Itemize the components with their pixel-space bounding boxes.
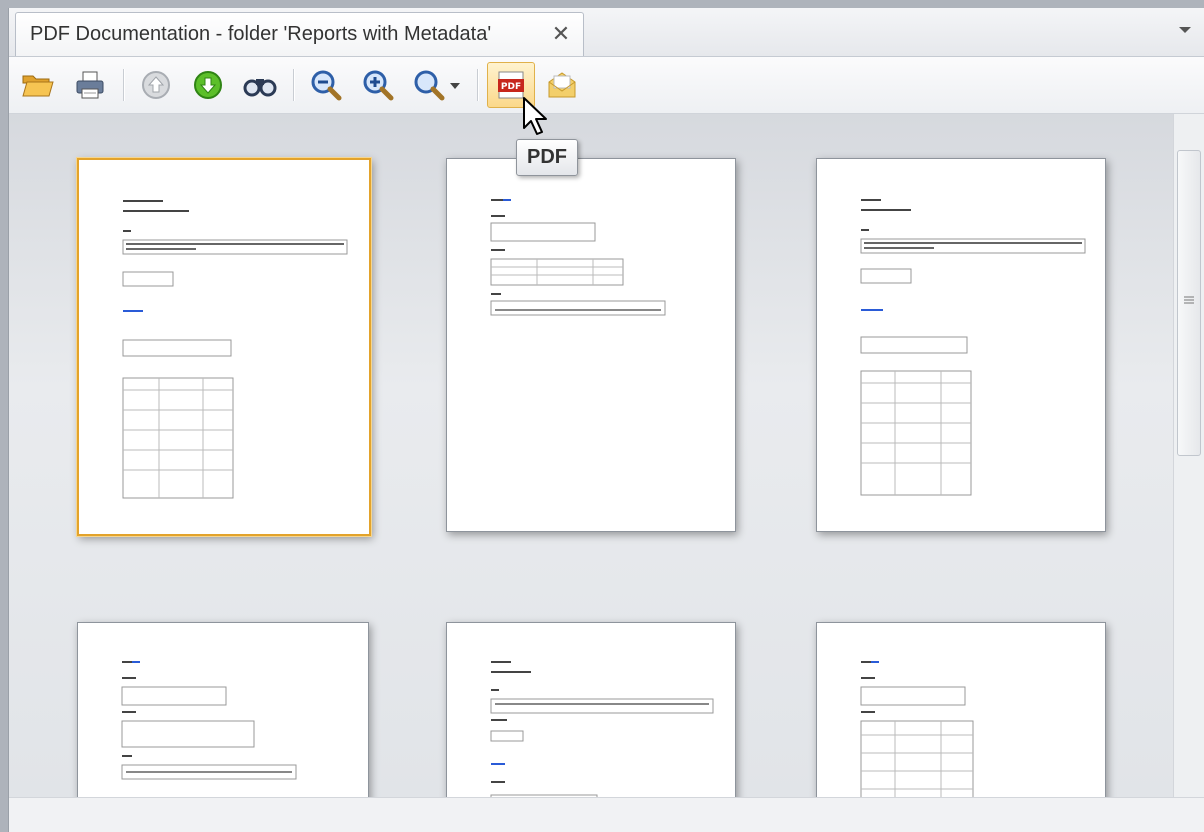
page-content-preview: [860, 199, 1086, 496]
next-page-icon: [194, 71, 222, 99]
zoom-out-icon: [311, 70, 342, 101]
previous-page-button[interactable]: [137, 66, 175, 104]
zoom-dropdown-icon: [414, 70, 460, 101]
vertical-scroll-thumb[interactable]: [1177, 150, 1201, 456]
page-content-preview: [121, 661, 297, 780]
page-thumbnail[interactable]: [77, 622, 369, 798]
tab-title: PDF Documentation - folder 'Reports with…: [30, 23, 492, 45]
zoom-out-button[interactable]: [307, 66, 345, 104]
vertical-scrollbar[interactable]: [1173, 114, 1204, 798]
svg-text:PDF: PDF: [501, 82, 521, 92]
tooltip: PDF: [516, 139, 578, 176]
zoom-in-icon: [363, 70, 394, 101]
page-thumbnail[interactable]: [816, 622, 1106, 798]
horizontal-scrollbar[interactable]: [9, 797, 1204, 832]
page-content-preview: [122, 200, 348, 499]
page-content-preview: [490, 661, 714, 798]
page-thumbnail[interactable]: [816, 158, 1106, 532]
previous-page-icon: [142, 71, 170, 99]
mouse-pointer-icon: [523, 97, 547, 135]
open-button[interactable]: [19, 66, 57, 104]
page-thumbnails-area[interactable]: [9, 114, 1174, 798]
page-thumbnail[interactable]: [446, 158, 736, 532]
pdf-viewer-window: PDF Documentation - folder 'Reports with…: [8, 8, 1204, 832]
document-tab[interactable]: PDF Documentation - folder 'Reports with…: [15, 12, 584, 56]
print-icon: [76, 71, 104, 99]
next-page-button[interactable]: [189, 66, 227, 104]
page-thumbnail[interactable]: [77, 158, 371, 536]
grip-icon: [1184, 296, 1194, 304]
page-content-preview: [490, 199, 666, 316]
close-tab-button[interactable]: ✕: [549, 23, 573, 47]
tab-list-dropdown-icon[interactable]: [1176, 22, 1194, 38]
zoom-in-button[interactable]: [359, 66, 397, 104]
zoom-dropdown-button[interactable]: [411, 66, 467, 104]
open-folder-icon: [22, 75, 54, 97]
toolbar: PDF: [9, 57, 1204, 114]
find-button[interactable]: [241, 66, 279, 104]
page-content-preview: [860, 661, 974, 798]
print-button[interactable]: [71, 66, 109, 104]
find-icon: [243, 79, 277, 97]
page-thumbnail[interactable]: [446, 622, 736, 798]
tab-strip: PDF Documentation - folder 'Reports with…: [9, 8, 1204, 57]
